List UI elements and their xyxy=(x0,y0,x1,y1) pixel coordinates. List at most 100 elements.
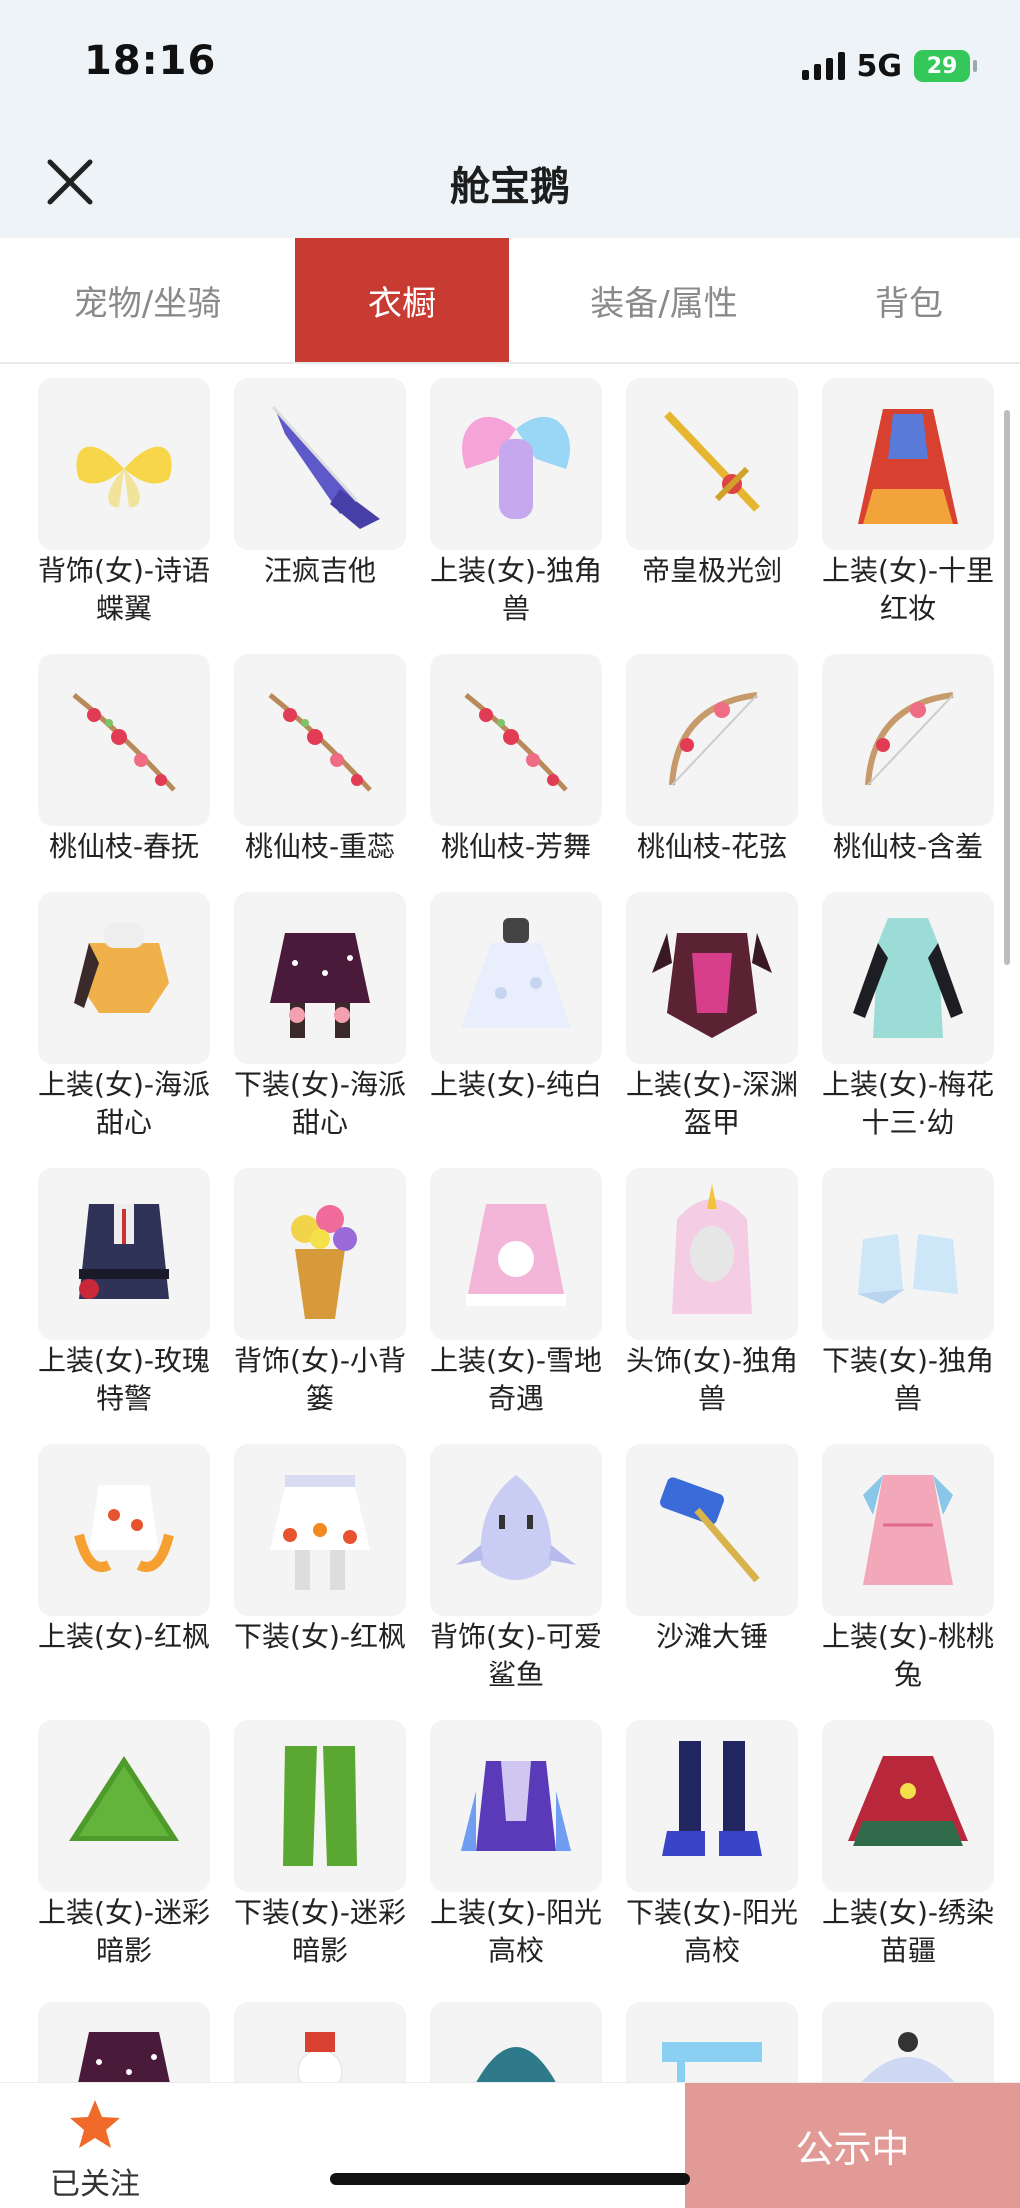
item-thumbnail[interactable] xyxy=(430,1168,602,1340)
scrollbar[interactable] xyxy=(1004,410,1010,965)
wardrobe-item[interactable]: 上装(女)-纯白 xyxy=(418,892,614,1168)
uniform-icon xyxy=(79,1204,169,1299)
item-thumbnail[interactable] xyxy=(234,654,406,826)
unicorn-hood-icon xyxy=(672,1184,752,1314)
item-thumbnail[interactable] xyxy=(822,892,994,1064)
wardrobe-item[interactable]: 桃仙枝-芳舞 xyxy=(418,654,614,892)
item-thumbnail[interactable] xyxy=(822,1720,994,1892)
skirt-icon xyxy=(78,2032,170,2082)
wardrobe-item[interactable]: 头饰(女)-独角兽 xyxy=(614,1168,810,1444)
item-label: 桃仙枝-春抚 xyxy=(48,830,200,863)
wardrobe-item[interactable]: 上装(女)-十里红妆 xyxy=(810,378,1006,654)
item-thumbnail[interactable] xyxy=(38,654,210,826)
tab-wardrobe[interactable]: 衣橱 xyxy=(295,238,509,362)
wardrobe-item[interactable]: 上装(女)-雪地奇遇 xyxy=(418,1168,614,1444)
wardrobe-item[interactable]: 下装(女)-迷彩暗影 xyxy=(222,1720,418,1996)
peach-branch-icon xyxy=(268,693,372,792)
item-thumbnail[interactable] xyxy=(38,892,210,1064)
wardrobe-item[interactable]: 上装(女)-海派甜心 xyxy=(26,892,222,1168)
item-thumbnail[interactable] xyxy=(626,654,798,826)
wardrobe-item[interactable]: 背饰(女)-可爱鲨鱼 xyxy=(418,1444,614,1720)
item-thumbnail[interactable] xyxy=(430,1720,602,1892)
item-thumbnail[interactable] xyxy=(626,1444,798,1616)
wardrobe-item[interactable]: 下装(女)-独角兽 xyxy=(810,1168,1006,1444)
home-indicator xyxy=(330,2173,690,2185)
guitar-icon xyxy=(271,406,380,529)
wardrobe-item[interactable]: 桃仙枝-春抚 xyxy=(26,654,222,892)
wardrobe-item[interactable]: 上装(女)-独角兽 xyxy=(418,378,614,654)
tab-pets-mounts[interactable]: 宠物/坐骑 xyxy=(0,238,295,362)
wardrobe-item-partial[interactable] xyxy=(614,2002,810,2082)
item-thumbnail[interactable] xyxy=(430,1444,602,1616)
wardrobe-item[interactable]: 下装(女)-红枫 xyxy=(222,1444,418,1720)
item-thumbnail[interactable] xyxy=(430,2002,602,2082)
wardrobe-item[interactable]: 沙滩大锤 xyxy=(614,1444,810,1720)
tab-backpack[interactable]: 背包 xyxy=(809,238,1009,362)
item-thumbnail[interactable] xyxy=(626,1720,798,1892)
item-thumbnail[interactable] xyxy=(822,1444,994,1616)
wardrobe-item-partial[interactable] xyxy=(222,2002,418,2082)
ghillie-top-icon xyxy=(69,1756,179,1841)
item-thumbnail[interactable] xyxy=(626,2002,798,2082)
item-thumbnail[interactable] xyxy=(626,378,798,550)
public-notice-button[interactable]: 公示中 xyxy=(685,2083,1020,2208)
item-label: 背饰(女)-小背篓 xyxy=(234,1344,406,1415)
skirt-icon xyxy=(270,933,370,1038)
item-thumbnail[interactable] xyxy=(822,654,994,826)
wardrobe-item[interactable]: 汪疯吉他 xyxy=(222,378,418,654)
item-label: 桃仙枝-花弦 xyxy=(636,830,788,863)
wardrobe-item[interactable]: 桃仙枝-花弦 xyxy=(614,654,810,892)
wardrobe-item[interactable]: 上装(女)-梅花十三·幼 xyxy=(810,892,1006,1168)
item-thumbnail[interactable] xyxy=(626,1168,798,1340)
item-thumbnail[interactable] xyxy=(38,378,210,550)
school-pants-icon xyxy=(662,1741,762,1856)
wardrobe-item[interactable]: 上装(女)-红枫 xyxy=(26,1444,222,1720)
item-thumbnail[interactable] xyxy=(822,2002,994,2082)
item-thumbnail[interactable] xyxy=(38,1720,210,1892)
item-thumbnail[interactable] xyxy=(430,378,602,550)
tab-equipment-attributes[interactable]: 装备/属性 xyxy=(519,238,809,362)
wardrobe-item[interactable]: 上装(女)-桃桃兔 xyxy=(810,1444,1006,1720)
wardrobe-item[interactable]: 上装(女)-绣染苗疆 xyxy=(810,1720,1006,1996)
hammer-icon xyxy=(660,1477,760,1583)
item-label: 上装(女)-独角兽 xyxy=(430,554,602,625)
follow-button[interactable]: 已关注 xyxy=(40,2097,150,2203)
wardrobe-item[interactable]: 桃仙枝-重蕊 xyxy=(222,654,418,892)
wardrobe-item-partial[interactable] xyxy=(26,2002,222,2082)
wardrobe-item[interactable]: 上装(女)-阳光高校 xyxy=(418,1720,614,1996)
item-label: 桃仙枝-芳舞 xyxy=(440,830,592,863)
item-thumbnail[interactable] xyxy=(234,2002,406,2082)
wardrobe-item[interactable]: 上装(女)-玫瑰特警 xyxy=(26,1168,222,1444)
item-thumbnail[interactable] xyxy=(626,892,798,1064)
wardrobe-item-partial[interactable] xyxy=(418,2002,614,2082)
battery-level: 29 xyxy=(926,53,958,79)
wardrobe-item[interactable]: 上装(女)-深渊盔甲 xyxy=(614,892,810,1168)
item-thumbnail[interactable] xyxy=(234,1720,406,1892)
page-title: 舱宝鹅 xyxy=(450,164,570,210)
wardrobe-item[interactable]: 背饰(女)-诗语蝶翼 xyxy=(26,378,222,654)
item-thumbnail[interactable] xyxy=(234,378,406,550)
item-label: 上装(女)-桃桃兔 xyxy=(822,1620,994,1691)
item-thumbnail[interactable] xyxy=(234,1168,406,1340)
item-thumbnail[interactable] xyxy=(430,892,602,1064)
wardrobe-item[interactable]: 下装(女)-阳光高校 xyxy=(614,1720,810,1996)
wardrobe-item[interactable]: 上装(女)-迷彩暗影 xyxy=(26,1720,222,1996)
red-dress-icon xyxy=(858,409,958,524)
item-thumbnail[interactable] xyxy=(234,1444,406,1616)
wardrobe-item[interactable]: 背饰(女)-小背篓 xyxy=(222,1168,418,1444)
wardrobe-item[interactable]: 桃仙枝-含羞 xyxy=(810,654,1006,892)
item-thumbnail[interactable] xyxy=(822,1168,994,1340)
item-label: 上装(女)-海派甜心 xyxy=(38,1068,210,1139)
ghillie-pants-icon xyxy=(283,1746,357,1866)
item-thumbnail[interactable] xyxy=(38,1444,210,1616)
item-thumbnail[interactable] xyxy=(38,2002,210,2082)
item-thumbnail[interactable] xyxy=(234,892,406,1064)
qipao-icon xyxy=(853,918,963,1038)
item-thumbnail[interactable] xyxy=(430,654,602,826)
wardrobe-item[interactable]: 帝皇极光剑 xyxy=(614,378,810,654)
wardrobe-item-partial[interactable] xyxy=(810,2002,1006,2082)
item-thumbnail[interactable] xyxy=(38,1168,210,1340)
wardrobe-item[interactable]: 下装(女)-海派甜心 xyxy=(222,892,418,1168)
wardrobe-partial-row xyxy=(26,2002,1006,2082)
item-thumbnail[interactable] xyxy=(822,378,994,550)
